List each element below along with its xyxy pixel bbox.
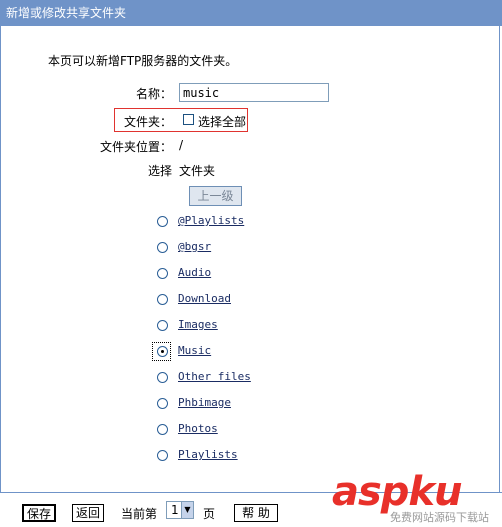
folder-radio-selected[interactable]: [157, 346, 168, 357]
folder-radio[interactable]: [157, 294, 168, 305]
back-button[interactable]: 返回: [72, 504, 104, 522]
select-all-checkbox[interactable]: [183, 114, 194, 125]
current-page-prefix: 当前第: [121, 507, 158, 521]
watermark-subtitle: 免费网站源码下载站: [390, 511, 489, 524]
folder-link[interactable]: Images: [178, 318, 218, 331]
folder-row: Audio: [0, 264, 500, 284]
folder-row: Photos: [0, 420, 500, 440]
select-all-label[interactable]: 选择全部: [198, 113, 246, 130]
chevron-down-icon[interactable]: ▼: [181, 502, 193, 518]
folder-radio[interactable]: [157, 268, 168, 279]
folder-label: 文件夹：: [123, 115, 172, 129]
window-titlebar: 新增或修改共享文件夹: [0, 0, 502, 26]
folder-radio[interactable]: [157, 216, 168, 227]
window-title: 新增或修改共享文件夹: [6, 6, 127, 20]
folder-radio[interactable]: [157, 372, 168, 383]
save-button[interactable]: 保存: [22, 504, 56, 522]
watermark-logo-text: aspku: [332, 469, 463, 515]
parent-folder-button[interactable]: 上一级: [189, 186, 242, 206]
help-button[interactable]: 帮 助: [234, 504, 278, 522]
folder-row: Phbimage: [0, 394, 500, 414]
folder-row: Other files: [0, 368, 500, 388]
folder-row-selected: Music: [0, 342, 500, 362]
page-select-value: 1: [171, 503, 179, 517]
folder-link[interactable]: Photos: [178, 422, 218, 435]
page-select[interactable]: 1 ▼: [166, 501, 194, 519]
folder-link[interactable]: @Playlists: [178, 214, 244, 227]
folder-row: Images: [0, 316, 500, 336]
folder-radio[interactable]: [157, 398, 168, 409]
name-label: 名称：: [135, 87, 172, 101]
folder-link[interactable]: Playlists: [178, 448, 238, 461]
folder-radio[interactable]: [157, 424, 168, 435]
folder-radio[interactable]: [157, 320, 168, 331]
folder-link[interactable]: @bgsr: [178, 240, 211, 253]
watermark-logo: aspku 免费网站源码下载站: [332, 470, 502, 526]
intro-text: 本页可以新增FTP服务器的文件夹。: [48, 54, 238, 68]
folder-link[interactable]: Phbimage: [178, 396, 231, 409]
folder-link[interactable]: Music: [178, 344, 211, 357]
column-header-select: 选择: [148, 164, 173, 178]
folder-row: Playlists: [0, 446, 500, 466]
folder-location-value: /: [179, 138, 184, 152]
folder-row: @Playlists: [0, 212, 500, 232]
folder-radio[interactable]: [157, 450, 168, 461]
folder-location-label: 文件夹位置：: [99, 140, 172, 154]
folder-row: @bgsr: [0, 238, 500, 258]
folder-radio[interactable]: [157, 242, 168, 253]
current-page-suffix: 页: [203, 507, 216, 521]
folder-link[interactable]: Download: [178, 292, 231, 305]
folder-link[interactable]: Other files: [178, 370, 251, 383]
folder-link[interactable]: Audio: [178, 266, 211, 279]
folder-row: Download: [0, 290, 500, 310]
name-input[interactable]: [179, 83, 329, 102]
column-header-folder: 文件夹: [179, 164, 216, 178]
